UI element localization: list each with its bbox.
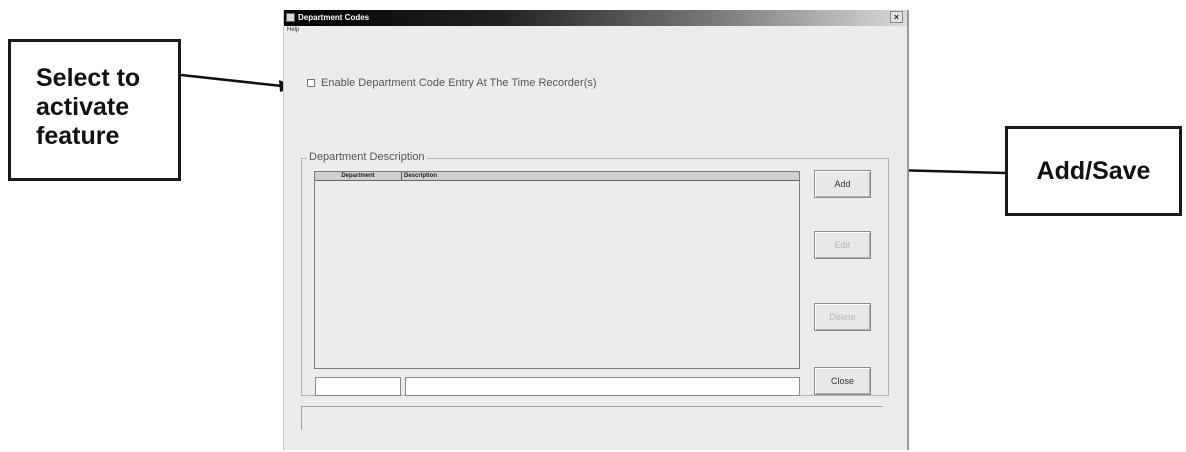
department-codes-window: Department Codes × Help Enable Departmen… (283, 10, 909, 450)
menu-item-help[interactable]: Help (287, 27, 299, 33)
delete-button[interactable]: Delete (814, 303, 871, 331)
group-label: Department Description (307, 151, 427, 163)
callout-text-line: activate (36, 93, 130, 121)
callout-text-line: Select to (36, 64, 141, 92)
add-button[interactable]: Add (814, 170, 871, 198)
arrow-right-icon (180, 73, 296, 92)
list-header: Department Description (315, 172, 799, 181)
close-button[interactable]: Close (814, 367, 871, 395)
department-description-input[interactable] (405, 377, 800, 396)
enable-department-code-checkbox[interactable] (307, 79, 315, 88)
department-list[interactable]: Department Description (314, 171, 800, 369)
callout-select-to-activate: Select to activate feature (8, 39, 181, 181)
column-header-description[interactable]: Description (404, 172, 437, 180)
callout-add-save: Add/Save (1005, 126, 1182, 216)
window-icon (286, 13, 295, 22)
department-code-input[interactable] (315, 377, 401, 396)
callout-text: Add/Save (1036, 156, 1151, 185)
menu-bar: Help (284, 26, 907, 37)
department-description-group: Department Description Department Descri… (301, 151, 889, 396)
title-bar[interactable]: Department Codes × (284, 10, 907, 26)
enable-department-code-option[interactable]: Enable Department Code Entry At The Time… (307, 77, 597, 89)
callout-text-line: feature (36, 122, 120, 150)
enable-department-code-label: Enable Department Code Entry At The Time… (321, 77, 597, 89)
close-icon[interactable]: × (890, 11, 903, 23)
edit-button[interactable]: Edit (814, 231, 871, 259)
status-bar (301, 406, 883, 430)
column-header-department[interactable]: Department (315, 172, 402, 180)
window-title: Department Codes (298, 13, 370, 22)
